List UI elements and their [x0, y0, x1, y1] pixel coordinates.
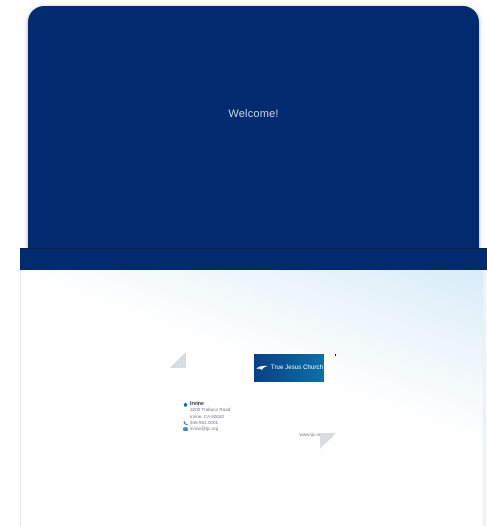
folder-flap: Welcome!: [28, 6, 479, 251]
dove-logo-icon: [255, 364, 269, 372]
contact-info: Irvine 3200 Trabuco Road Irvine, CA 9262…: [183, 401, 230, 432]
pocket-edge: [483, 270, 487, 526]
flap-bottom-band: [20, 248, 487, 271]
church-logo: True Jesus Church: [254, 354, 324, 382]
welcome-text: Welcome!: [228, 108, 279, 120]
card-fold-bottom-right: [320, 433, 336, 449]
email-address[interactable]: irvine@tjc.org: [190, 426, 218, 432]
logo-text: True Jesus Church: [270, 365, 324, 371]
phone-icon: [183, 421, 188, 426]
mail-icon: [183, 427, 188, 431]
home-icon: [183, 402, 188, 407]
card-fold-top-left: [170, 352, 186, 368]
business-card: True Jesus Church Irvine 3200 Trabuco Ro…: [170, 352, 336, 449]
